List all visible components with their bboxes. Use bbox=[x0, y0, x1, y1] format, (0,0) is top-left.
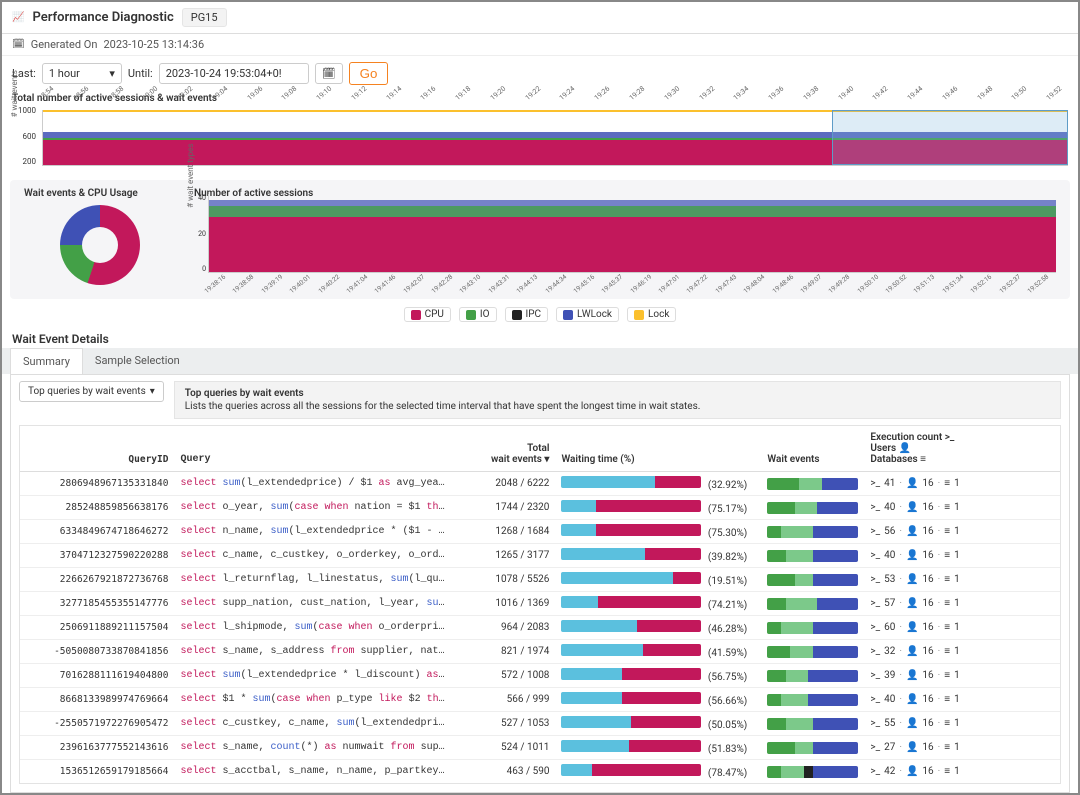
tabs: Summary Sample Selection bbox=[2, 348, 1078, 374]
tab-body: Top queries by wait events ▾ Top queries… bbox=[10, 374, 1070, 793]
terminal-icon: >_ bbox=[870, 742, 880, 753]
chart-icon: 📈 bbox=[12, 12, 24, 23]
table-row[interactable]: 8668133989974769664select $1 * sum(case … bbox=[20, 688, 1060, 712]
table-row[interactable]: 2506911889211157504select l_shipmode, su… bbox=[20, 616, 1060, 640]
database-icon: ≡ bbox=[944, 550, 950, 561]
table-row[interactable]: 3704712327590220288select c_name, c_cust… bbox=[20, 544, 1060, 568]
chevron-down-icon: ▾ bbox=[109, 67, 115, 80]
terminal-icon: >_ bbox=[870, 670, 880, 681]
user-icon: 👤 bbox=[906, 526, 918, 537]
database-icon: ≡ bbox=[944, 574, 950, 585]
terminal-icon: >_ bbox=[870, 478, 880, 489]
donut-chart[interactable] bbox=[60, 205, 140, 285]
subheader: 🗓 Generated On 2023-10-25 13:14:36 bbox=[2, 34, 1078, 56]
terminal-icon: >_ bbox=[870, 694, 880, 705]
terminal-icon: >_ bbox=[870, 718, 880, 729]
table-row[interactable]: -5050080733870841856select s_name, s_add… bbox=[20, 640, 1060, 664]
table-row[interactable]: 1536512659179185664select s_acctbal, s_n… bbox=[20, 760, 1060, 784]
generated-value: 2023-10-25 13:14:36 bbox=[103, 38, 204, 51]
until-label: Until: bbox=[128, 67, 153, 80]
user-icon: 👤 bbox=[906, 574, 918, 585]
go-button[interactable]: Go bbox=[349, 62, 389, 85]
database-icon: ≡ bbox=[944, 694, 950, 705]
database-icon: ≡ bbox=[944, 598, 950, 609]
wait-event-details-title: Wait Event Details bbox=[2, 326, 1078, 348]
generated-label: Generated On bbox=[31, 38, 98, 51]
chart-total-sessions[interactable]: # wait events 1000600200 18:5418:5618:58… bbox=[12, 106, 1068, 176]
query-table[interactable]: QueryID Query Total wait events ▾ Waitin… bbox=[19, 425, 1061, 784]
terminal-icon: >_ bbox=[870, 574, 880, 585]
view-dropdown[interactable]: Top queries by wait events ▾ bbox=[19, 381, 164, 402]
legend-item[interactable]: Lock bbox=[627, 307, 676, 322]
database-icon: ≡ bbox=[944, 622, 950, 633]
database-icon: ≡ bbox=[920, 454, 926, 465]
last-select[interactable]: 1 hour ▾ bbox=[42, 63, 122, 84]
table-row[interactable]: 3277185455355147776select supp_nation, c… bbox=[20, 592, 1060, 616]
tab-sample[interactable]: Sample Selection bbox=[83, 348, 192, 374]
mid-panels: Wait events & CPU Usage Number of active… bbox=[10, 180, 1070, 299]
table-row[interactable]: -2550571972276905472select c_custkey, c_… bbox=[20, 712, 1060, 736]
col-waiting-time[interactable]: Waiting time (%) bbox=[555, 426, 761, 472]
table-row[interactable]: 2266267921872736768select l_returnflag, … bbox=[20, 568, 1060, 592]
page-header: 📈 Performance Diagnostic PG15 bbox=[2, 2, 1078, 34]
terminal-icon: >_ bbox=[870, 646, 880, 657]
page-title: Performance Diagnostic bbox=[32, 10, 173, 25]
col-queryid[interactable]: QueryID bbox=[20, 426, 174, 472]
database-icon: ≡ bbox=[944, 670, 950, 681]
database-icon: ≡ bbox=[944, 478, 950, 489]
database-icon: ≡ bbox=[944, 766, 950, 777]
user-icon: 👤 bbox=[906, 766, 918, 777]
legend-item[interactable]: CPU bbox=[404, 307, 451, 322]
chart-legend: CPU IO IPC LWLock Lock bbox=[2, 303, 1078, 326]
user-icon: 👤 bbox=[906, 550, 918, 561]
terminal-icon: >_ bbox=[870, 502, 880, 513]
until-input[interactable]: 2023-10-24 19:53:04+0! bbox=[159, 63, 309, 84]
database-icon: ≡ bbox=[944, 646, 950, 657]
breadcrumb[interactable]: PG15 bbox=[182, 8, 227, 27]
donut-title: Wait events & CPU Usage bbox=[24, 188, 176, 199]
user-icon: 👤 bbox=[906, 598, 918, 609]
user-icon: 👤 bbox=[899, 443, 911, 454]
table-row[interactable]: -4513673949438357504select c_count, coun… bbox=[20, 784, 1060, 785]
chevron-down-icon: ▾ bbox=[150, 386, 155, 397]
legend-item[interactable]: IPC bbox=[505, 307, 549, 322]
col-meta[interactable]: Execution count >_ Users 👤 Databases ≡ bbox=[864, 426, 1060, 472]
user-icon: 👤 bbox=[906, 718, 918, 729]
user-icon: 👤 bbox=[906, 646, 918, 657]
terminal-icon: >_ bbox=[870, 766, 880, 777]
user-icon: 👤 bbox=[906, 742, 918, 753]
user-icon: 👤 bbox=[906, 478, 918, 489]
database-icon: ≡ bbox=[944, 718, 950, 729]
terminal-icon: >_ bbox=[945, 432, 955, 443]
table-row[interactable]: 6334849674718646272select n_name, sum(l_… bbox=[20, 520, 1060, 544]
terminal-icon: >_ bbox=[870, 598, 880, 609]
terminal-icon: >_ bbox=[870, 622, 880, 633]
database-icon: ≡ bbox=[944, 526, 950, 537]
user-icon: 👤 bbox=[906, 694, 918, 705]
col-wait-events[interactable]: Wait events bbox=[761, 426, 864, 472]
legend-item[interactable]: IO bbox=[459, 307, 497, 322]
tab-summary[interactable]: Summary bbox=[10, 348, 83, 375]
calendar-button[interactable]: 🗓 bbox=[315, 63, 343, 84]
time-brush[interactable] bbox=[832, 110, 1068, 165]
database-icon: ≡ bbox=[944, 502, 950, 513]
database-icon: ≡ bbox=[944, 742, 950, 753]
user-icon: 👤 bbox=[906, 622, 918, 633]
view-description: Top queries by wait events Lists the que… bbox=[174, 381, 1061, 419]
table-row[interactable]: 285248859856638176select o_year, sum(cas… bbox=[20, 496, 1060, 520]
terminal-icon: >_ bbox=[870, 550, 880, 561]
col-total-wait[interactable]: Total wait events ▾ bbox=[452, 426, 555, 472]
calendar-icon: 🗓 bbox=[12, 39, 25, 50]
col-query[interactable]: Query bbox=[174, 426, 452, 472]
user-icon: 👤 bbox=[906, 502, 918, 513]
table-row[interactable]: 7016288111619404800select sum(l_extended… bbox=[20, 664, 1060, 688]
user-icon: 👤 bbox=[906, 670, 918, 681]
terminal-icon: >_ bbox=[870, 526, 880, 537]
table-row[interactable]: 2396163777552143616select s_name, count(… bbox=[20, 736, 1060, 760]
legend-item[interactable]: LWLock bbox=[556, 307, 619, 322]
active-sessions-chart[interactable]: Number of active sessions # wait event t… bbox=[190, 184, 1060, 295]
table-row[interactable]: 2806948967135331840select sum(l_extended… bbox=[20, 472, 1060, 496]
calendar-icon: 🗓 bbox=[322, 67, 336, 80]
